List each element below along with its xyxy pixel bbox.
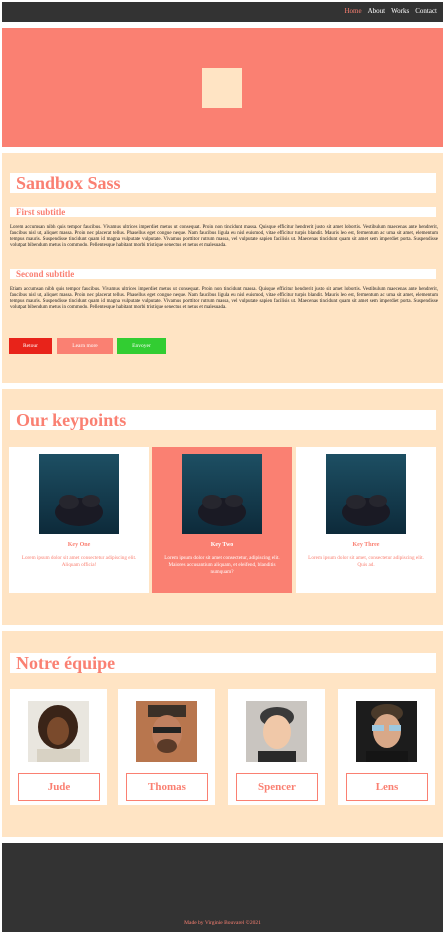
learn-more-button[interactable]: Learn more: [57, 338, 113, 354]
navbar: Home About Works Contact: [2, 2, 443, 22]
team-card-jude: Jude: [10, 689, 107, 805]
second-subtitle: Second subtitle: [10, 269, 436, 279]
nav-link-about[interactable]: About: [368, 7, 386, 15]
team-card-spencer: Spencer: [228, 689, 325, 805]
intro-section: Sandbox Sass First subtitle Lorem accums…: [2, 153, 443, 383]
keypoint-image: [326, 454, 406, 534]
keypoints-section: Our keypoints Key One Lorem ipsum dolor …: [2, 389, 443, 625]
keypoint-card-three: Key Three Lorem ipsum dolor sit amet, co…: [296, 447, 436, 593]
keypoint-name: Key One: [67, 542, 91, 548]
keypoints-title: Our keypoints: [10, 410, 436, 430]
keypoint-name: Key Three: [352, 542, 380, 548]
page-title: Sandbox Sass: [10, 173, 436, 193]
member-name-button[interactable]: Jude: [18, 773, 100, 801]
first-paragraph: Lorem accumsan nibh quis tempor faucibus…: [10, 225, 438, 249]
envoyer-button[interactable]: Envoyer: [117, 338, 166, 354]
footer: Made by Virginie Bouvarel ©2021: [2, 843, 443, 932]
keypoint-text: Lorem ipsum dolor sit amet consectetur a…: [21, 555, 137, 568]
member-name-button[interactable]: Lens: [346, 773, 428, 801]
keypoint-name: Key Two: [210, 542, 234, 548]
keypoint-text: Lorem ipsum dolor sit amet consectetur, …: [164, 555, 280, 575]
team-card-lens: Lens: [338, 689, 435, 805]
first-subtitle: First subtitle: [10, 207, 436, 217]
team-card-thomas: Thomas: [118, 689, 215, 805]
avatar: [28, 701, 89, 762]
retour-button[interactable]: Retour: [9, 338, 52, 354]
member-name-button[interactable]: Spencer: [236, 773, 318, 801]
hero-square: [202, 68, 242, 108]
second-paragraph: Etiam accumsan nibh quis tempor faucibus…: [10, 287, 438, 311]
nav-link-works[interactable]: Works: [391, 7, 409, 15]
nav-links: Home About Works Contact: [345, 7, 438, 15]
footer-credit: Made by Virginie Bouvarel ©2021: [184, 920, 261, 926]
avatar: [136, 701, 197, 762]
keypoint-image: [39, 454, 119, 534]
keypoint-card-two: Key Two Lorem ipsum dolor sit amet conse…: [152, 447, 292, 593]
nav-link-home[interactable]: Home: [345, 7, 362, 15]
nav-link-contact[interactable]: Contact: [415, 7, 437, 15]
avatar: [356, 701, 417, 762]
team-section: Notre équipe Jude Thomas Spencer Lens: [2, 631, 443, 837]
keypoint-image: [182, 454, 262, 534]
hero-banner: [2, 28, 443, 147]
keypoint-text: Lorem ipsum dolor sit amet, consectetur …: [308, 555, 424, 568]
member-name-button[interactable]: Thomas: [126, 773, 208, 801]
avatar: [246, 701, 307, 762]
team-title: Notre équipe: [10, 653, 436, 673]
keypoint-card-one: Key One Lorem ipsum dolor sit amet conse…: [9, 447, 149, 593]
